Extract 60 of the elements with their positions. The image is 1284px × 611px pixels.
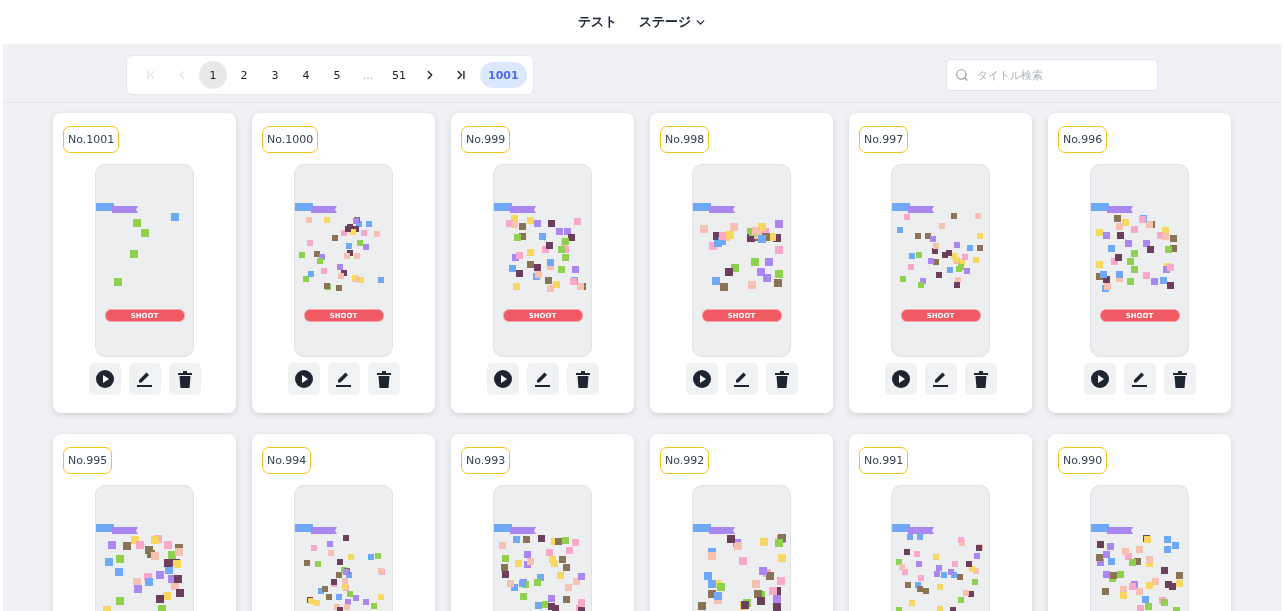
edit-icon (733, 371, 750, 387)
play-button[interactable] (685, 363, 718, 395)
edit-icon (136, 371, 153, 387)
delete-button[interactable] (964, 363, 997, 395)
search-field[interactable]: タイトル検索 (946, 59, 1158, 91)
delete-button[interactable] (1163, 363, 1196, 395)
stage-number-badge: No.996 (1058, 126, 1108, 153)
stage-number-badge: No.990 (1058, 447, 1108, 474)
edit-icon (335, 371, 352, 387)
ellipsis: ... (361, 68, 375, 82)
play-icon (493, 370, 512, 388)
play-button[interactable] (88, 363, 121, 395)
edit-button[interactable] (128, 363, 161, 395)
edit-button[interactable] (725, 363, 758, 395)
delete-button[interactable] (367, 363, 400, 395)
edit-button[interactable] (1123, 363, 1156, 395)
play-button[interactable] (884, 363, 917, 395)
page-button[interactable]: 4 (292, 61, 320, 89)
edit-icon (534, 371, 551, 387)
stage-number-badge: No.993 (461, 447, 511, 474)
stage-number-badge: No.997 (859, 126, 909, 153)
page-button[interactable]: 3 (261, 61, 289, 89)
page-button[interactable]: 1 (199, 61, 227, 89)
trash-icon (774, 370, 789, 388)
trash-icon (376, 370, 391, 388)
play-icon (891, 370, 910, 388)
stage-number-badge: No.992 (660, 447, 710, 474)
stage-number-badge: No.995 (63, 447, 113, 474)
stage-number-badge: No.1001 (63, 126, 120, 153)
play-icon (1090, 370, 1109, 388)
edit-icon (932, 371, 949, 387)
edit-button[interactable] (924, 363, 957, 395)
trash-icon (575, 370, 590, 388)
stage-number-badge: No.994 (262, 447, 312, 474)
stage-number-badge: No.998 (660, 126, 710, 153)
trash-icon (973, 370, 988, 388)
total-count-badge: 1001 (480, 62, 527, 88)
page-button[interactable]: 51 (385, 61, 413, 89)
play-button[interactable] (1083, 363, 1116, 395)
trash-icon (1172, 370, 1187, 388)
trash-icon (177, 370, 192, 388)
edit-button[interactable] (327, 363, 360, 395)
nav-link[interactable]: テスト (577, 13, 617, 31)
play-icon (95, 370, 114, 388)
edit-icon (1131, 371, 1148, 387)
edit-button[interactable] (526, 363, 559, 395)
stage-number-badge: No.999 (461, 126, 511, 153)
page-button[interactable]: 2 (230, 61, 258, 89)
play-button[interactable] (287, 363, 320, 395)
play-icon (294, 370, 313, 388)
delete-button[interactable] (566, 363, 599, 395)
play-icon (692, 370, 711, 388)
delete-button[interactable] (765, 363, 798, 395)
delete-button[interactable] (168, 363, 201, 395)
nav-dropdown[interactable]: ステージ (638, 13, 707, 31)
stage-number-badge: No.1000 (262, 126, 319, 153)
page-button[interactable]: 5 (323, 61, 351, 89)
search-icon (955, 68, 969, 82)
play-button[interactable] (486, 363, 519, 395)
stage-number-badge: No.991 (859, 447, 909, 474)
